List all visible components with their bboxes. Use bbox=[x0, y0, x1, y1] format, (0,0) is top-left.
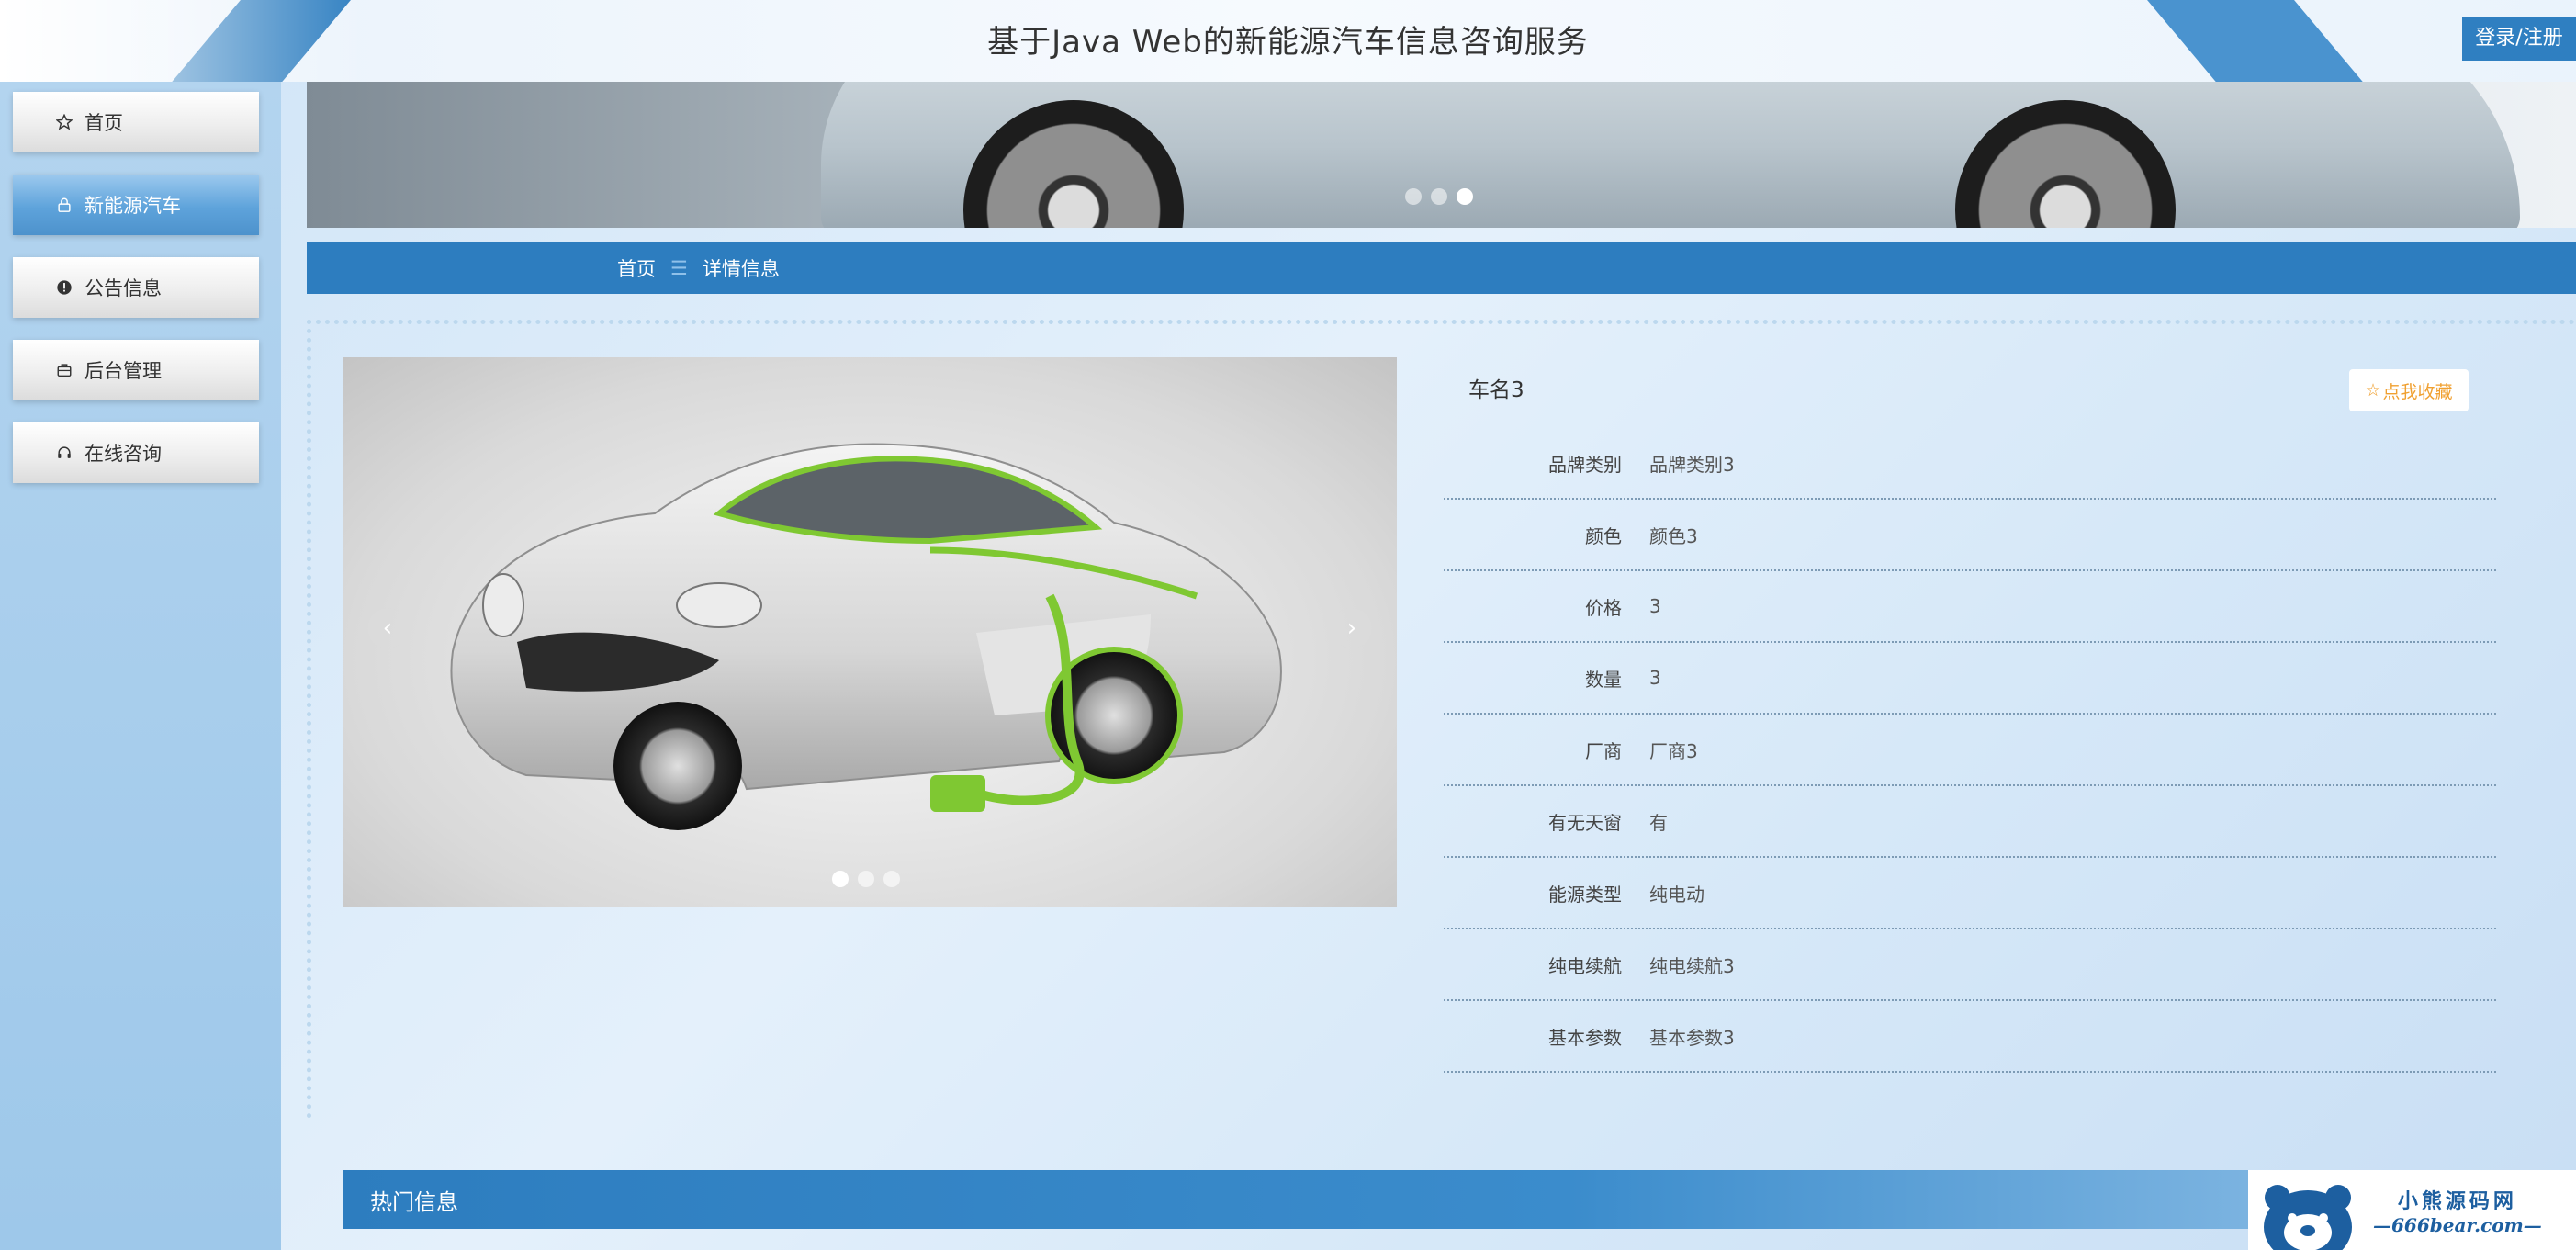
briefcase-icon bbox=[55, 361, 73, 379]
alert-icon bbox=[55, 278, 73, 297]
sidebar-item-announcements[interactable]: 公告信息 bbox=[13, 257, 259, 318]
detail-row-basic-params: 基本参数 基本参数3 bbox=[1444, 1001, 2496, 1073]
star-outline-icon: ☆ bbox=[2365, 380, 2381, 400]
banner-indicators bbox=[1405, 188, 1473, 205]
breadcrumb: 首页 ☰ 详情信息 bbox=[307, 242, 2576, 294]
detail-value: 厂商3 bbox=[1649, 739, 1698, 762]
sidebar-item-label: 首页 bbox=[84, 112, 123, 134]
sidebar-item-label: 在线咨询 bbox=[84, 443, 162, 465]
banner-carousel[interactable] bbox=[307, 82, 2576, 228]
sidebar-item-label: 新能源汽车 bbox=[84, 195, 181, 217]
sidebar-item-new-energy-cars[interactable]: 新能源汽车 bbox=[13, 175, 259, 235]
banner-indicator-1[interactable] bbox=[1405, 188, 1422, 205]
car-name-title: 车名3 bbox=[1468, 378, 1524, 402]
favorite-button-label: 点我收藏 bbox=[2382, 381, 2453, 402]
gallery-prev-button[interactable]: ‹ bbox=[367, 608, 408, 648]
gallery-indicators bbox=[832, 871, 900, 887]
detail-row-color: 颜色 颜色3 bbox=[1444, 500, 2496, 571]
lock-icon bbox=[55, 196, 73, 214]
product-image-carousel[interactable] bbox=[343, 357, 1397, 907]
detail-row-ev-range: 纯电续航 纯电续航3 bbox=[1444, 929, 2496, 1001]
detail-row-manufacturer: 厂商 厂商3 bbox=[1444, 715, 2496, 786]
gallery-indicator-1[interactable] bbox=[832, 871, 849, 887]
breadcrumb-home-link[interactable]: 首页 bbox=[617, 254, 656, 282]
detail-value: 品牌类别3 bbox=[1649, 453, 1735, 476]
detail-value: 3 bbox=[1649, 667, 1661, 689]
sidebar-item-admin[interactable]: 后台管理 bbox=[13, 340, 259, 400]
sidebar-item-label: 公告信息 bbox=[84, 277, 162, 299]
detail-row-brand: 品牌类别 品牌类别3 bbox=[1444, 428, 2496, 500]
gallery-indicator-3[interactable] bbox=[883, 871, 900, 887]
detail-label: 有无天窗 bbox=[1548, 811, 1622, 834]
detail-value: 基本参数3 bbox=[1649, 1026, 1735, 1049]
breadcrumb-current: 详情信息 bbox=[702, 258, 780, 280]
electric-car-image bbox=[450, 443, 1282, 830]
detail-row-quantity: 数量 3 bbox=[1444, 643, 2496, 715]
detail-value: 3 bbox=[1649, 595, 1661, 617]
page-title: 基于Java Web的新能源汽车信息咨询服务 bbox=[987, 24, 1589, 61]
gallery-next-button[interactable]: › bbox=[1332, 608, 1372, 648]
bear-mascot-icon bbox=[2264, 1185, 2352, 1250]
hot-info-title: 热门信息 bbox=[370, 1188, 458, 1215]
favorite-button[interactable]: ☆ 点我收藏 bbox=[2349, 369, 2469, 411]
detail-value: 纯电续航3 bbox=[1649, 954, 1735, 977]
detail-row-energy-type: 能源类型 纯电动 bbox=[1444, 858, 2496, 929]
login-register-button[interactable]: 登录/注册 bbox=[2462, 17, 2576, 61]
detail-value: 纯电动 bbox=[1649, 883, 1704, 906]
breadcrumb-separator-icon: ☰ bbox=[670, 257, 688, 279]
detail-label: 数量 bbox=[1585, 668, 1622, 691]
detail-label: 纯电续航 bbox=[1548, 954, 1622, 977]
detail-label: 价格 bbox=[1585, 596, 1622, 619]
header: 基于Java Web的新能源汽车信息咨询服务 登录/注册 bbox=[0, 0, 2576, 82]
detail-row-sunroof: 有无天窗 有 bbox=[1444, 786, 2496, 858]
detail-value: 颜色3 bbox=[1649, 524, 1698, 547]
detail-value: 有 bbox=[1649, 811, 1668, 834]
detail-label: 厂商 bbox=[1585, 739, 1622, 762]
sidebar-item-home[interactable]: 首页 bbox=[13, 92, 259, 152]
detail-label: 品牌类别 bbox=[1548, 453, 1622, 476]
sidebar-item-online-consult[interactable]: 在线咨询 bbox=[13, 422, 259, 483]
gallery-indicator-2[interactable] bbox=[858, 871, 874, 887]
banner-indicator-3[interactable] bbox=[1457, 188, 1473, 205]
star-icon bbox=[55, 113, 73, 131]
banner-indicator-2[interactable] bbox=[1431, 188, 1447, 205]
sidebar-item-label: 后台管理 bbox=[84, 360, 162, 382]
watermark-logo: 小熊源码网 —666bear.com— bbox=[2248, 1170, 2576, 1250]
detail-label: 能源类型 bbox=[1548, 883, 1622, 906]
detail-label: 颜色 bbox=[1585, 524, 1622, 547]
headset-icon bbox=[55, 444, 73, 462]
detail-label: 基本参数 bbox=[1548, 1026, 1622, 1049]
hot-info-section-header: 热门信息 bbox=[343, 1170, 2576, 1229]
detail-row-price: 价格 3 bbox=[1444, 571, 2496, 643]
